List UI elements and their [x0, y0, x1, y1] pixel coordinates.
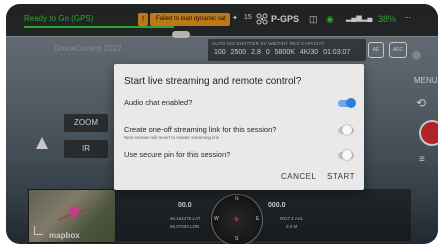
dialog-title: Start live streaming and remote control? — [124, 76, 302, 87]
app-window: Ready to Go (GPS) ! Failed to load dynam… — [6, 4, 438, 244]
audio-chat-label: Audio chat enabled? — [124, 98, 193, 107]
secure-pin-label: Use secure pin for this session? — [124, 150, 231, 159]
secure-pin-toggle[interactable] — [338, 150, 354, 160]
start-button[interactable]: START — [327, 172, 355, 181]
cancel-button[interactable]: CANCEL — [281, 172, 316, 181]
one-off-link-hint: Next session will revert to master strea… — [124, 135, 220, 140]
live-stream-dialog: Start live streaming and remote control?… — [114, 64, 364, 190]
one-off-link-label: Create one-off streaming link for this s… — [124, 125, 277, 134]
toggle-knob — [342, 150, 352, 160]
audio-chat-toggle[interactable] — [338, 98, 356, 108]
toggle-knob — [346, 98, 356, 108]
one-off-link-toggle[interactable] — [338, 125, 354, 135]
toggle-knob — [342, 125, 352, 135]
